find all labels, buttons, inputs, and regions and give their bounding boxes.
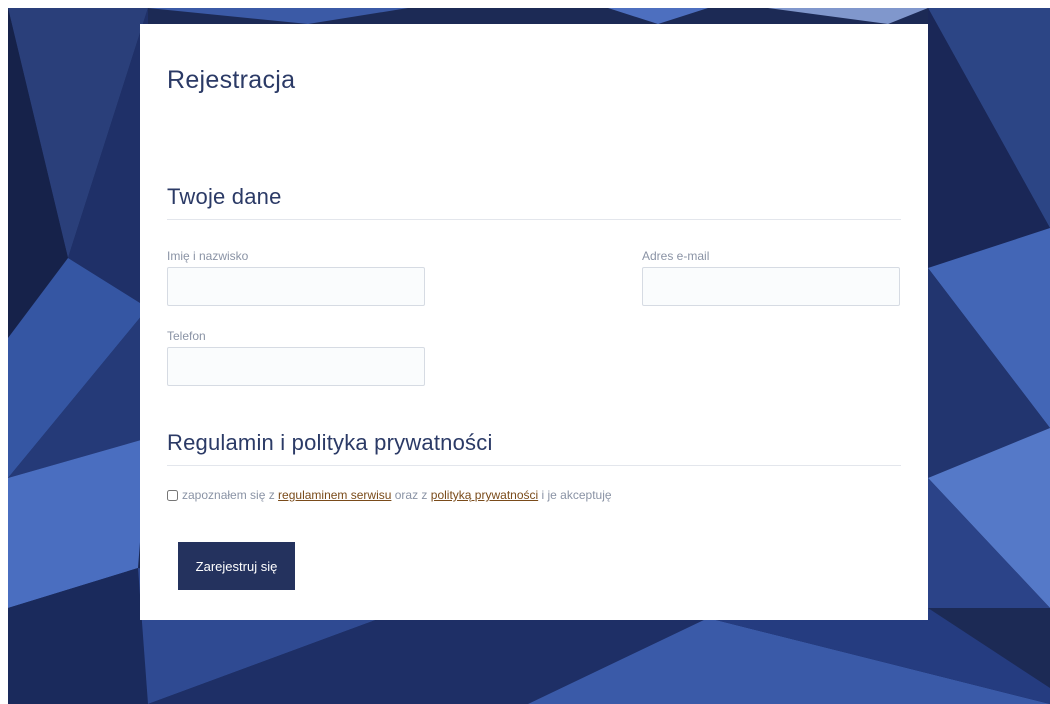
email-input[interactable] xyxy=(642,267,900,306)
name-input[interactable] xyxy=(167,267,425,306)
section-divider xyxy=(167,465,901,466)
consent-text-middle: oraz z xyxy=(391,488,431,502)
terms-heading: Regulamin i polityka prywatności xyxy=(167,430,493,455)
terms-link[interactable]: regulaminem serwisu xyxy=(278,488,391,502)
registration-card: Rejestracja Twoje dane Imię i nazwisko A… xyxy=(140,24,928,620)
section-divider xyxy=(167,219,901,220)
phone-label: Telefon xyxy=(167,329,206,343)
register-button[interactable]: Zarejestruj się xyxy=(178,542,295,590)
consent-row: zapoznałem się z regulaminem serwisu ora… xyxy=(167,488,612,502)
consent-checkbox[interactable] xyxy=(167,489,178,501)
personal-data-heading: Twoje dane xyxy=(167,184,282,209)
phone-input[interactable] xyxy=(167,347,425,386)
name-label: Imię i nazwisko xyxy=(167,249,249,263)
email-label: Adres e-mail xyxy=(642,249,710,263)
privacy-policy-link[interactable]: polityką prywatności xyxy=(431,488,538,502)
consent-text-after: i je akceptuję xyxy=(538,488,612,502)
consent-text-before: zapoznałem się z xyxy=(182,488,279,502)
page-title: Rejestracja xyxy=(167,66,296,94)
